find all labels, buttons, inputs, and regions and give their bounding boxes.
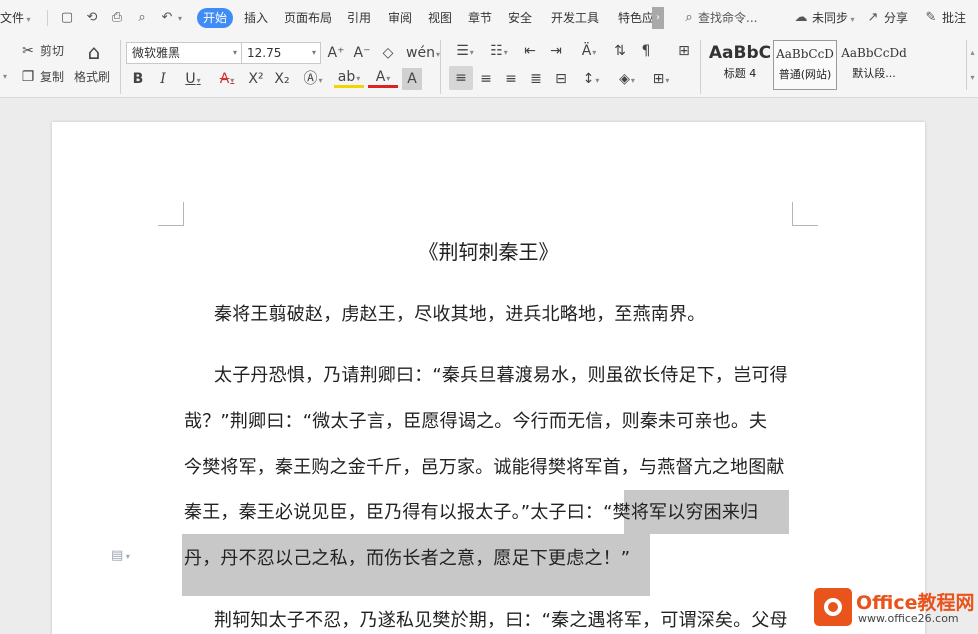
command-search-input[interactable]: 查找命令... bbox=[698, 0, 757, 36]
italic-icon[interactable]: I bbox=[153, 68, 173, 90]
sort-icon[interactable]: ⇅ bbox=[610, 40, 630, 62]
watermark-brand: Office教程网 bbox=[856, 592, 975, 614]
show-marks-icon[interactable]: ¶ bbox=[636, 40, 656, 62]
cloud-icon: ☁ bbox=[794, 10, 808, 25]
tab-references[interactable]: 引用 bbox=[347, 0, 371, 36]
tab-scroll-right-icon[interactable]: › bbox=[652, 7, 664, 29]
align-right-icon[interactable]: ≡ bbox=[501, 68, 521, 90]
distribute-icon[interactable]: ⊟ bbox=[551, 68, 571, 90]
undo-icon[interactable]: ↶ bbox=[158, 9, 176, 27]
tab-chapter[interactable]: 章节 bbox=[468, 0, 492, 36]
phonetic-guide-icon[interactable]: wén▾ bbox=[406, 42, 440, 64]
watermark-url: www.office26.com bbox=[858, 612, 959, 625]
paragraph-line[interactable]: 秦将王翦破赵，虏赵王，尽收其地，进兵北略地，至燕南界。 bbox=[214, 302, 705, 328]
chinese-layout-icon[interactable]: Ä▾ bbox=[574, 40, 604, 62]
bold-icon[interactable]: B bbox=[128, 68, 148, 90]
justify-icon[interactable]: ≣ bbox=[526, 68, 546, 90]
cut-icon: ✂ bbox=[22, 43, 34, 59]
paragraph-options-icon[interactable]: ▤ ▾ bbox=[111, 548, 130, 563]
strikethrough-icon[interactable]: A▾ bbox=[212, 68, 242, 90]
font-size-select[interactable]: 12.75 ▾ bbox=[241, 42, 321, 64]
comment-icon: ✎ bbox=[925, 10, 937, 25]
search-icon: ⌕ bbox=[685, 10, 693, 25]
underline-icon[interactable]: U▾ bbox=[178, 68, 208, 90]
shading-icon[interactable]: ◈▾ bbox=[612, 68, 642, 90]
print-icon[interactable]: ⎙ bbox=[108, 9, 126, 27]
bullet-list-icon[interactable]: ☰▾ bbox=[450, 40, 480, 62]
clear-format-icon[interactable]: ◇ bbox=[378, 42, 398, 64]
document-title[interactable]: 《荆轲刺秦王》 bbox=[52, 238, 925, 266]
decrease-font-icon[interactable]: A⁻ bbox=[352, 42, 372, 64]
file-menu[interactable]: 文件 ▾ bbox=[0, 0, 31, 36]
cloud-save-icon[interactable]: ⟲ bbox=[83, 9, 101, 27]
office-logo-icon bbox=[814, 588, 852, 626]
char-shading-icon[interactable]: A bbox=[402, 68, 422, 90]
font-color-icon[interactable]: A▾ bbox=[368, 68, 398, 88]
paragraph-line[interactable]: 秦王，秦王必说见臣，臣乃得有以报太子。”太子曰：“樊将军以穷困来归 bbox=[184, 500, 758, 526]
tab-home[interactable]: 开始 bbox=[197, 8, 234, 28]
tab-view[interactable]: 视图 bbox=[428, 0, 452, 36]
superscript-icon[interactable]: X² bbox=[246, 68, 266, 90]
align-left-icon[interactable]: ≡ bbox=[449, 66, 473, 90]
menu-bar: 文件 ▾ ▢ ⟲ ⎙ ⌕ ↶ ▾ 开始 插入 页面布局 引用 审阅 视图 章节 … bbox=[0, 0, 978, 36]
save-icon[interactable]: ▢ bbox=[58, 9, 76, 27]
decrease-indent-icon[interactable]: ⇤ bbox=[520, 40, 540, 62]
highlight-icon[interactable]: ab▾ bbox=[334, 68, 364, 88]
crop-mark-top-left bbox=[158, 202, 184, 226]
paragraph-line[interactable]: 哉？”荆卿曰：“微太子言，臣愿得谒之。今行而无信，则秦未可亲也。夫 bbox=[184, 409, 767, 435]
font-name-select[interactable]: 微软雅黑 ▾ bbox=[126, 42, 242, 64]
cut-button[interactable]: 剪切 bbox=[40, 40, 64, 62]
share-icon: ↗ bbox=[867, 10, 879, 25]
text-effect-icon[interactable]: Ⓐ▾ bbox=[298, 68, 328, 90]
numbered-list-icon[interactable]: ☷▾ bbox=[484, 40, 514, 62]
borders-icon[interactable]: ⊞▾ bbox=[646, 68, 676, 90]
tab-review[interactable]: 审阅 bbox=[388, 0, 412, 36]
increase-indent-icon[interactable]: ⇥ bbox=[546, 40, 566, 62]
table-layout-icon[interactable]: ⊞ bbox=[674, 40, 694, 62]
comment-button[interactable]: 批注 bbox=[942, 0, 966, 36]
print-preview-icon[interactable]: ⌕ bbox=[133, 9, 151, 27]
tab-developer[interactable]: 开发工具 bbox=[551, 0, 599, 36]
selected-text[interactable]: 丹，丹不忍以己之私，而伤长者之意，愿足下更虑之！” bbox=[184, 546, 630, 572]
line-spacing-icon[interactable]: ↕▾ bbox=[576, 68, 606, 90]
style-default-paragraph[interactable]: AaBbCcDd 默认段... bbox=[838, 40, 910, 90]
subscript-icon[interactable]: X₂ bbox=[272, 68, 292, 90]
crop-mark-top-right bbox=[792, 202, 818, 226]
office26-watermark: Office教程网 www.office26.com bbox=[812, 582, 978, 634]
format-painter-button[interactable]: 格式刷 bbox=[74, 66, 110, 88]
format-painter-icon: ⌂ bbox=[87, 40, 101, 64]
document-page[interactable]: 《荆轲刺秦王》 秦将王翦破赵，虏赵王，尽收其地，进兵北略地，至燕南界。 太子丹恐… bbox=[52, 122, 925, 634]
share-button[interactable]: 分享 bbox=[884, 0, 908, 36]
tab-features[interactable]: 特色应 bbox=[618, 0, 654, 36]
sync-status[interactable]: 未同步 ▾ bbox=[812, 0, 855, 36]
styles-scroll-icon[interactable]: ▴ ▾ bbox=[966, 40, 978, 90]
increase-font-icon[interactable]: A⁺ bbox=[326, 42, 346, 64]
paragraph-line[interactable]: 荆轲知太子不忍，乃遂私见樊於期，曰：“秦之遇将军，可谓深矣。父母 bbox=[214, 608, 788, 634]
paragraph-line[interactable]: 今樊将军，秦王购之金千斤，邑万家。诚能得樊将军首，与燕督亢之地图献 bbox=[184, 455, 785, 481]
selected-text[interactable]: “樊将军以穷困来归 bbox=[603, 502, 758, 523]
tab-page-layout[interactable]: 页面布局 bbox=[284, 0, 332, 36]
paragraph-line[interactable]: 太子丹恐惧，乃请荆卿曰：“秦兵旦暮渡易水，则虽欲长侍足下，岂可得 bbox=[214, 363, 788, 389]
style-heading-4[interactable]: AaBbC 标题 4 bbox=[708, 40, 772, 90]
style-normal-web[interactable]: AaBbCcD 普通(网站) bbox=[773, 40, 837, 90]
copy-button[interactable]: 复制 bbox=[40, 66, 64, 88]
align-center-icon[interactable]: ≡ bbox=[476, 68, 496, 90]
copy-icon: ❐ bbox=[21, 69, 35, 85]
ribbon-toolbar: ✂ 剪切 ▾ ❐ 复制 ⌂ 格式刷 微软雅黑 ▾ 12.75 ▾ A⁺ A⁻ ◇ w… bbox=[0, 36, 978, 98]
tab-insert[interactable]: 插入 bbox=[244, 0, 268, 36]
tab-security[interactable]: 安全 bbox=[508, 0, 532, 36]
